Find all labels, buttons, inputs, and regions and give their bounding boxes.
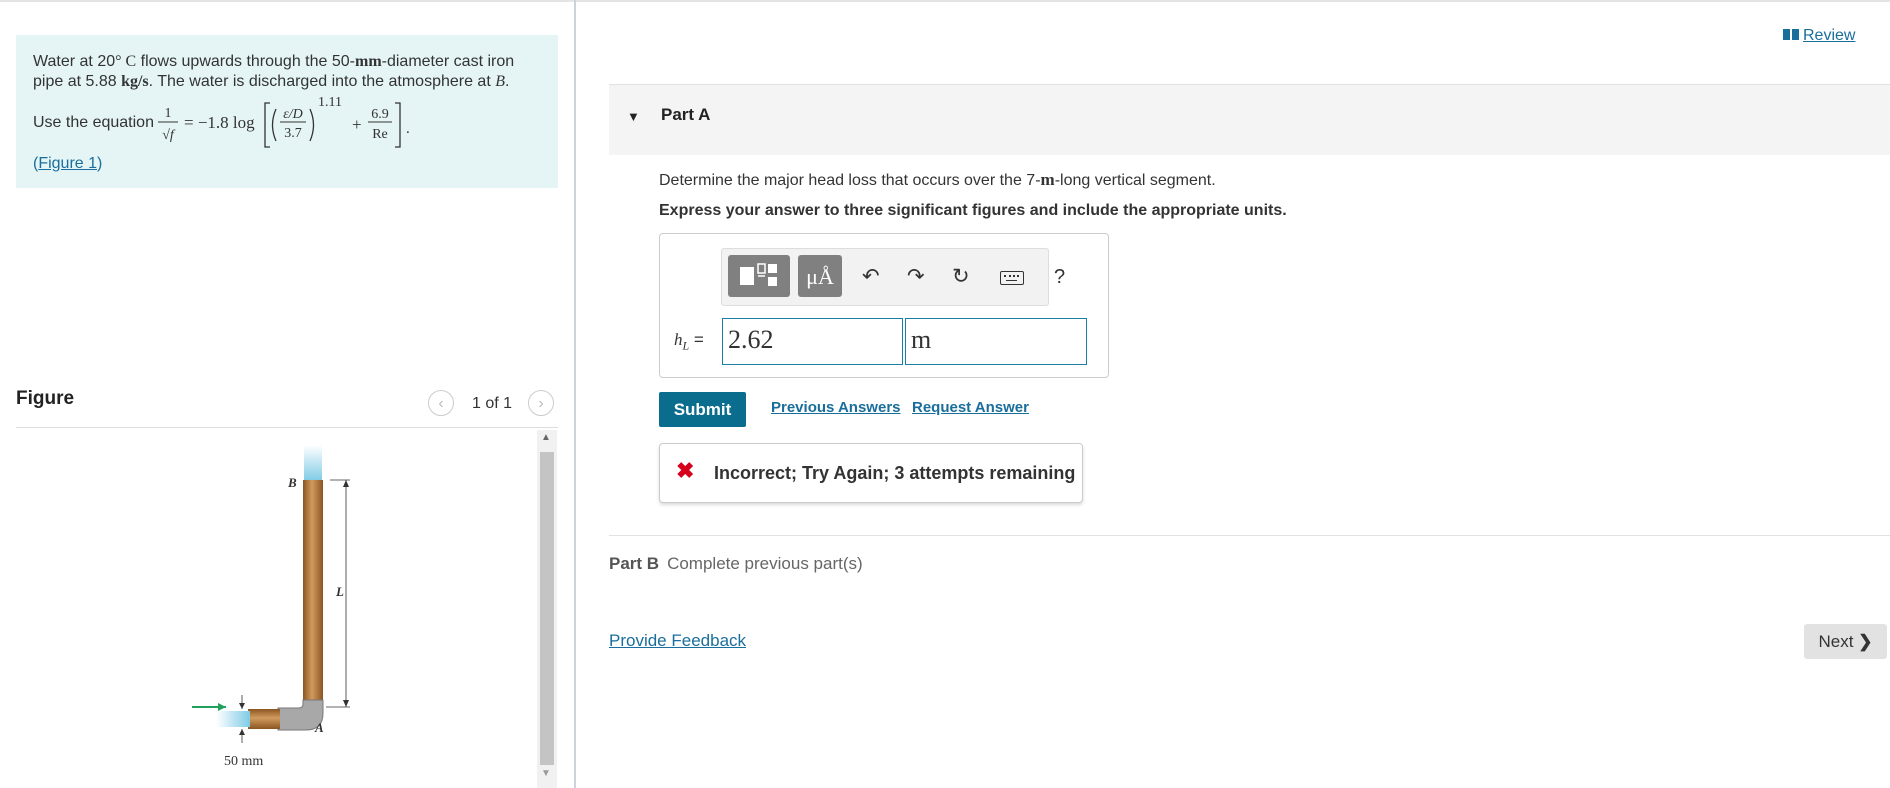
part-a-title: Part A <box>661 105 711 124</box>
part-a-header[interactable]: ▼ Part A <box>609 85 1890 155</box>
problem-text-line1: Water at 20° C flows upwards through the… <box>33 53 515 70</box>
horizontal-pipe <box>248 709 280 729</box>
water-jet-top <box>304 445 322 481</box>
svg-text:1.11: 1.11 <box>318 95 342 110</box>
water-inlet <box>216 711 250 727</box>
figure-next-button[interactable]: › <box>528 390 554 416</box>
part-b-status: Complete previous part(s) <box>667 554 863 573</box>
vertical-pipe <box>303 480 323 705</box>
feedback-message: Incorrect; Try Again; 3 attempts remaini… <box>714 463 1076 483</box>
next-label: Next <box>1818 632 1854 651</box>
label-l: L <box>335 584 344 599</box>
review-link[interactable]: Review <box>1803 27 1855 44</box>
equation-label: Use the equation <box>33 114 154 131</box>
svg-text:1: 1 <box>165 106 172 121</box>
svg-text:Re: Re <box>372 127 388 142</box>
keyboard-icon[interactable] <box>1000 271 1024 285</box>
x-icon: ✖ <box>676 458 695 483</box>
pane-divider[interactable] <box>574 0 576 788</box>
answer-unit-input[interactable]: m <box>905 318 1087 365</box>
figure-title: Figure <box>16 388 75 409</box>
answer-label: hL = <box>674 330 704 353</box>
scroll-up-icon[interactable]: ▲ <box>541 432 551 443</box>
part-b: Part B Complete previous part(s) <box>609 554 863 574</box>
colebrook-equation: 1 √f = −1.8 log ε/D 3.7 1.11 + 6.9 Re . <box>158 95 410 148</box>
math-toolbar: μÅ ↶ ↷ ↻ ? <box>721 248 1065 306</box>
part-b-top-rule <box>609 535 1890 536</box>
answer-value-input[interactable]: 2.62 <box>722 318 903 365</box>
svg-text:√f: √f <box>162 128 176 143</box>
chevron-right-icon: › <box>538 395 544 412</box>
top-border <box>0 0 1890 2</box>
scroll-down-icon[interactable]: ▼ <box>541 768 551 779</box>
submit-button[interactable]: Submit <box>659 392 746 427</box>
svg-text:+: + <box>352 115 362 134</box>
review-link-wrapper: Review <box>1783 27 1855 45</box>
problem-text-line2: pipe at 5.88 kg/s. The water is discharg… <box>33 73 510 90</box>
help-button[interactable]: ? <box>1054 265 1065 289</box>
feedback-box: ✖ Incorrect; Try Again; 3 attempts remai… <box>659 443 1083 503</box>
part-b-title: Part B <box>609 554 660 573</box>
answer-box: μÅ ↶ ↷ ↻ ? hL = 2.62 m <box>659 233 1109 378</box>
units-button[interactable]: μÅ <box>798 255 842 297</box>
chevron-right-icon: ❯ <box>1858 632 1873 651</box>
svg-text:ε/D: ε/D <box>283 107 303 122</box>
book-icon <box>1783 29 1799 40</box>
collapse-triangle-icon[interactable]: ▼ <box>627 109 640 124</box>
figure-separator <box>16 427 558 428</box>
previous-answers-link[interactable]: Previous Answers <box>771 399 901 416</box>
part-a-question: Determine the major head loss that occur… <box>659 170 1216 189</box>
provide-feedback-link[interactable]: Provide Feedback <box>609 631 746 651</box>
figure-prev-button[interactable]: ‹ <box>428 390 454 416</box>
svg-text:6.9: 6.9 <box>371 107 389 122</box>
next-button[interactable]: Next ❯ <box>1804 624 1887 659</box>
label-diameter: 50 mm <box>224 754 263 769</box>
svg-text:3.7: 3.7 <box>284 126 302 141</box>
figure-1-link[interactable]: Figure 1 <box>38 155 97 172</box>
reset-icon[interactable]: ↻ <box>952 265 970 289</box>
figure-scrollbar-thumb[interactable] <box>540 452 554 765</box>
templates-icon <box>740 263 777 286</box>
figure-link-wrapper: (Figure 1) <box>33 155 103 172</box>
undo-icon[interactable]: ↶ <box>862 265 880 289</box>
problem-statement: Water at 20° C flows upwards through the… <box>16 35 558 188</box>
label-b: B <box>287 475 297 490</box>
templates-button[interactable] <box>728 255 790 297</box>
redo-icon[interactable]: ↷ <box>907 265 925 289</box>
request-answer-link[interactable]: Request Answer <box>912 399 1029 416</box>
svg-text:.: . <box>406 121 410 137</box>
part-a-instruction: Express your answer to three significant… <box>659 202 1287 219</box>
svg-text:= −1.8 log: = −1.8 log <box>184 113 255 132</box>
pipe-figure: B L A 50 mm <box>192 445 350 769</box>
chevron-left-icon: ‹ <box>438 395 444 412</box>
label-a: A <box>314 720 324 735</box>
figure-pager-text: 1 of 1 <box>472 395 513 412</box>
